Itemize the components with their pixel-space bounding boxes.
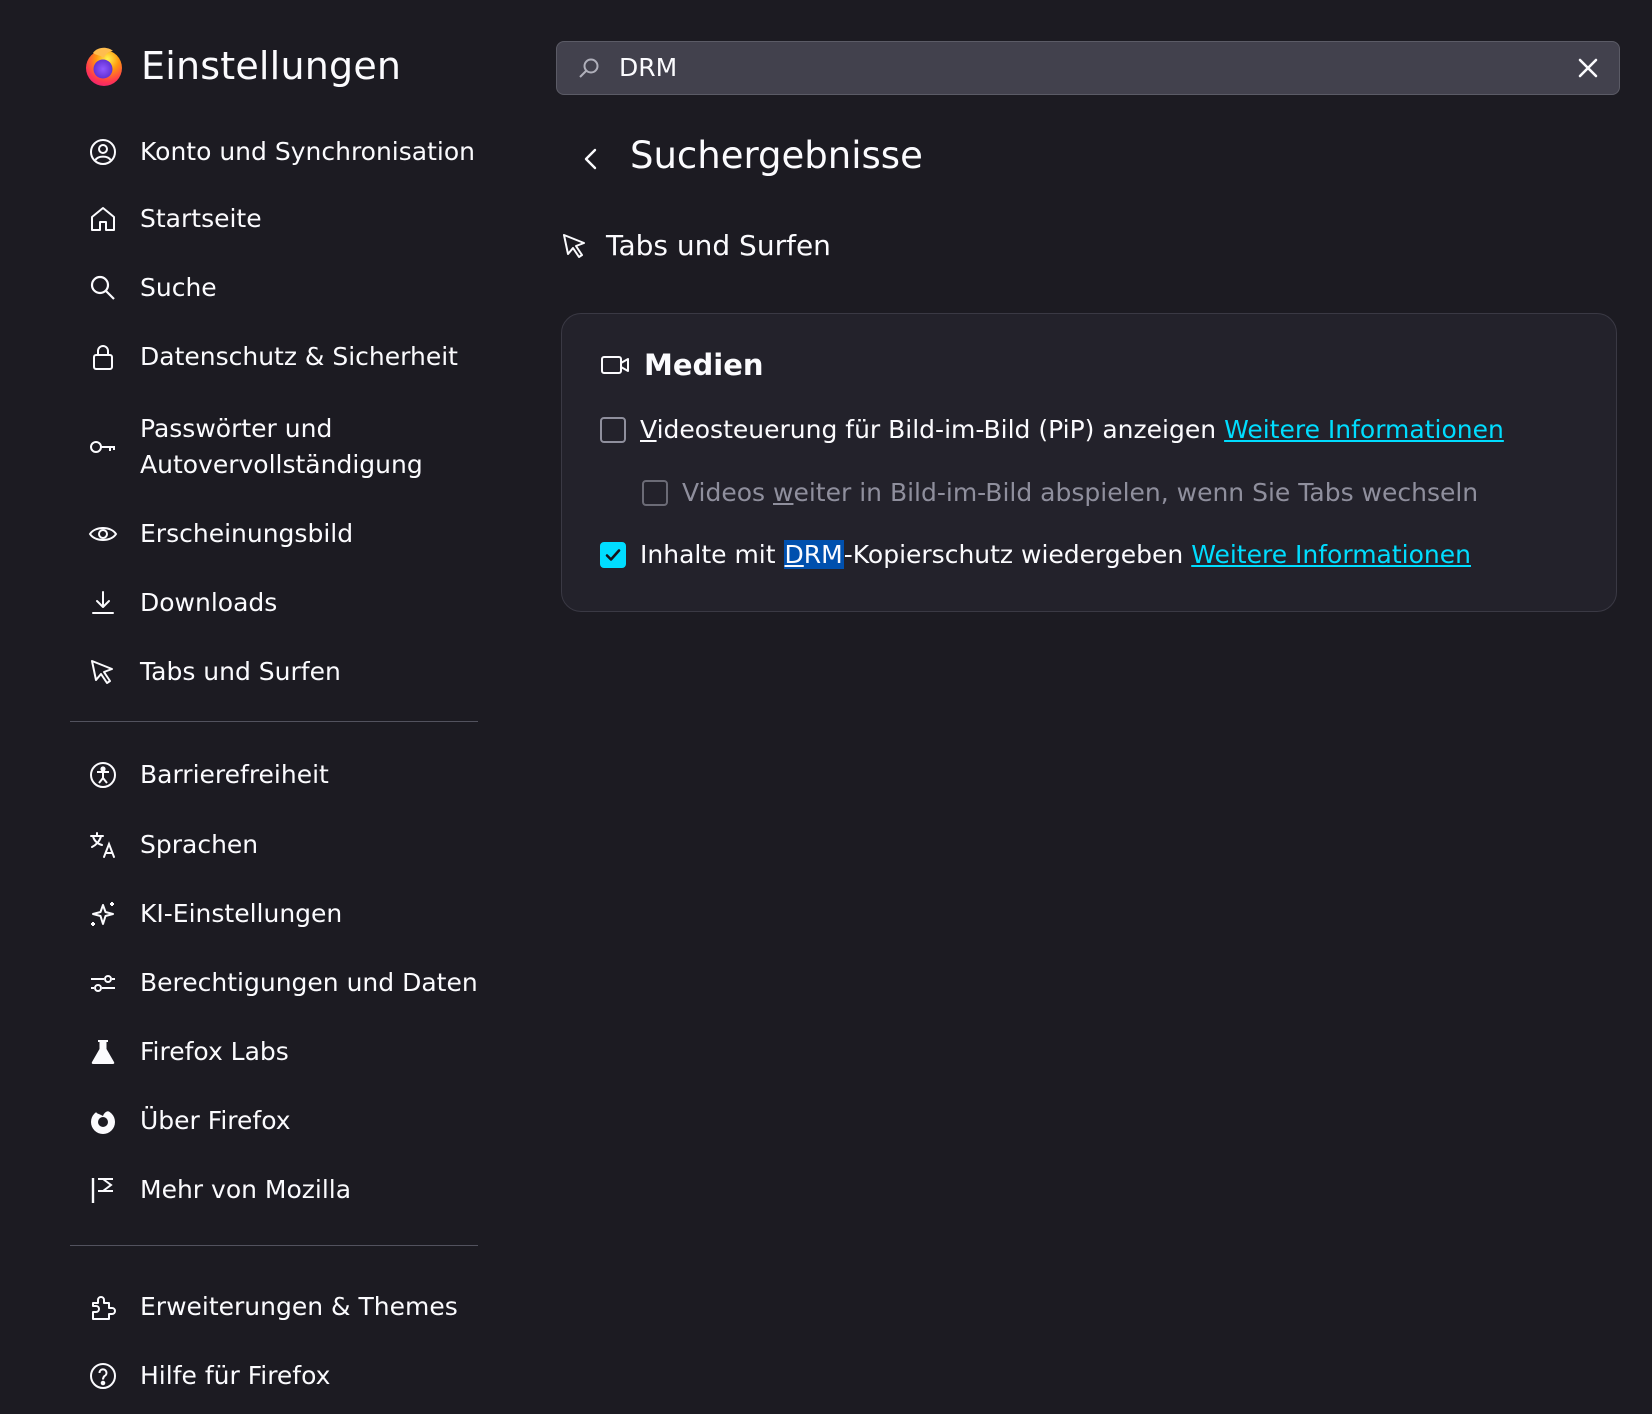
firefox-icon [88, 1106, 118, 1136]
search-icon [88, 273, 118, 303]
sidebar-item-label: Firefox Labs [140, 1037, 289, 1066]
back-button[interactable] [578, 144, 604, 174]
search-input[interactable]: DRM [556, 41, 1620, 95]
puzzle-icon [88, 1292, 118, 1322]
sidebar-item-search[interactable]: Suche [88, 270, 217, 306]
eye-icon [88, 519, 118, 549]
app-title: Einstellungen [141, 44, 402, 88]
sidebar: Einstellungen Konto und Synchronisation … [0, 0, 500, 1414]
cursor-icon [560, 231, 590, 261]
search-value: DRM [619, 53, 678, 82]
translate-icon [88, 830, 118, 860]
sidebar-item-label: Erscheinungsbild [140, 519, 354, 548]
help-icon [88, 1361, 118, 1391]
sidebar-item-label: Mehr von Mozilla [140, 1175, 352, 1204]
sidebar-item-label: Erweiterungen & Themes [140, 1292, 458, 1321]
sidebar-item-label: KI-Einstellungen [140, 899, 343, 928]
pip-auto-checkbox[interactable] [642, 479, 668, 506]
sidebar-item-label: Hilfe für Firefox [140, 1361, 331, 1390]
home-icon [88, 204, 118, 234]
close-icon[interactable] [1575, 55, 1601, 81]
chevron-left-icon [584, 148, 597, 170]
option-label[interactable]: Videosteuerung für Bild-im-Bild (PiP) an… [640, 415, 1216, 444]
group-title: Medien [644, 348, 764, 382]
sidebar-item-label: Tabs und Surfen [140, 657, 341, 686]
sliders-icon [88, 968, 118, 998]
download-icon [88, 588, 118, 618]
sidebar-item-label: Über Firefox [140, 1106, 291, 1135]
page-title: Suchergebnisse [630, 134, 923, 177]
lock-icon [88, 342, 118, 372]
search-highlight: DRM [783, 540, 844, 569]
option-label: Videos weiter in Bild-im-Bild abspielen,… [682, 478, 1479, 507]
sidebar-item-account[interactable]: Konto und Synchronisation [88, 134, 475, 170]
sidebar-item-label: Startseite [140, 204, 262, 233]
sparkle-icon [88, 899, 118, 929]
sidebar-item-label: Downloads [140, 588, 278, 617]
sidebar-item-label: Sprachen [140, 830, 259, 859]
checkmark-icon [605, 548, 621, 561]
mozilla-flag-icon [88, 1175, 118, 1205]
sidebar-item-extensions[interactable]: Erweiterungen & Themes [88, 1289, 458, 1325]
sidebar-item-languages[interactable]: Sprachen [88, 827, 258, 863]
sidebar-divider [70, 1245, 478, 1246]
learn-more-link[interactable]: Weitere Informationen [1224, 415, 1504, 444]
sidebar-item-label: Passwörter und Autovervollständigung [140, 414, 423, 479]
sidebar-item-ai[interactable]: KI-Einstellungen [88, 896, 342, 932]
sidebar-item-privacy[interactable]: Datenschutz & Sicherheit [88, 339, 458, 375]
option-pip-auto: Videos weiter in Bild-im-Bild abspielen,… [642, 478, 1478, 507]
cursor-icon [88, 657, 118, 687]
pip-controls-checkbox[interactable] [600, 416, 626, 443]
sidebar-item-passwords[interactable]: Passwörter und Autovervollständigung [88, 411, 460, 483]
sidebar-item-appearance[interactable]: Erscheinungsbild [88, 516, 353, 552]
key-icon [88, 432, 118, 462]
sidebar-item-more-mozilla[interactable]: Mehr von Mozilla [88, 1172, 351, 1208]
firefox-logo-icon [83, 45, 125, 87]
sidebar-item-home[interactable]: Startseite [88, 201, 262, 237]
group-heading: Medien [600, 348, 764, 382]
sidebar-item-accessibility[interactable]: Barrierefreiheit [88, 757, 329, 793]
accessibility-icon [88, 760, 118, 790]
video-camera-icon [600, 351, 630, 379]
flask-icon [88, 1037, 118, 1067]
option-label[interactable]: Inhalte mit DRM-Kopierschutz wiedergeben [640, 540, 1183, 569]
sidebar-item-label: Berechtigungen und Daten [140, 968, 478, 997]
sidebar-item-labs[interactable]: Firefox Labs [88, 1034, 289, 1070]
learn-more-link[interactable]: Weitere Informationen [1191, 540, 1471, 569]
sidebar-item-label: Barrierefreiheit [140, 760, 329, 789]
sidebar-item-label: Suche [140, 273, 217, 302]
sidebar-item-help[interactable]: Hilfe für Firefox [88, 1358, 330, 1394]
sidebar-item-label: Konto und Synchronisation [140, 137, 475, 166]
sidebar-item-about[interactable]: Über Firefox [88, 1103, 291, 1139]
option-pip-controls: Videosteuerung für Bild-im-Bild (PiP) an… [600, 415, 1504, 444]
account-circle-icon [88, 137, 118, 167]
sidebar-item-tabs[interactable]: Tabs und Surfen [88, 654, 341, 690]
brand: Einstellungen [83, 44, 401, 88]
option-drm: Inhalte mit DRM-Kopierschutz wiedergeben… [600, 540, 1471, 569]
sidebar-item-downloads[interactable]: Downloads [88, 585, 277, 621]
section-heading: Tabs und Surfen [560, 229, 831, 262]
sidebar-divider [70, 721, 478, 722]
sidebar-item-permissions[interactable]: Berechtigungen und Daten [88, 965, 478, 1001]
search-icon [577, 56, 601, 80]
drm-checkbox[interactable] [600, 541, 626, 568]
section-title: Tabs und Surfen [606, 229, 831, 262]
sidebar-item-label: Datenschutz & Sicherheit [140, 342, 458, 371]
